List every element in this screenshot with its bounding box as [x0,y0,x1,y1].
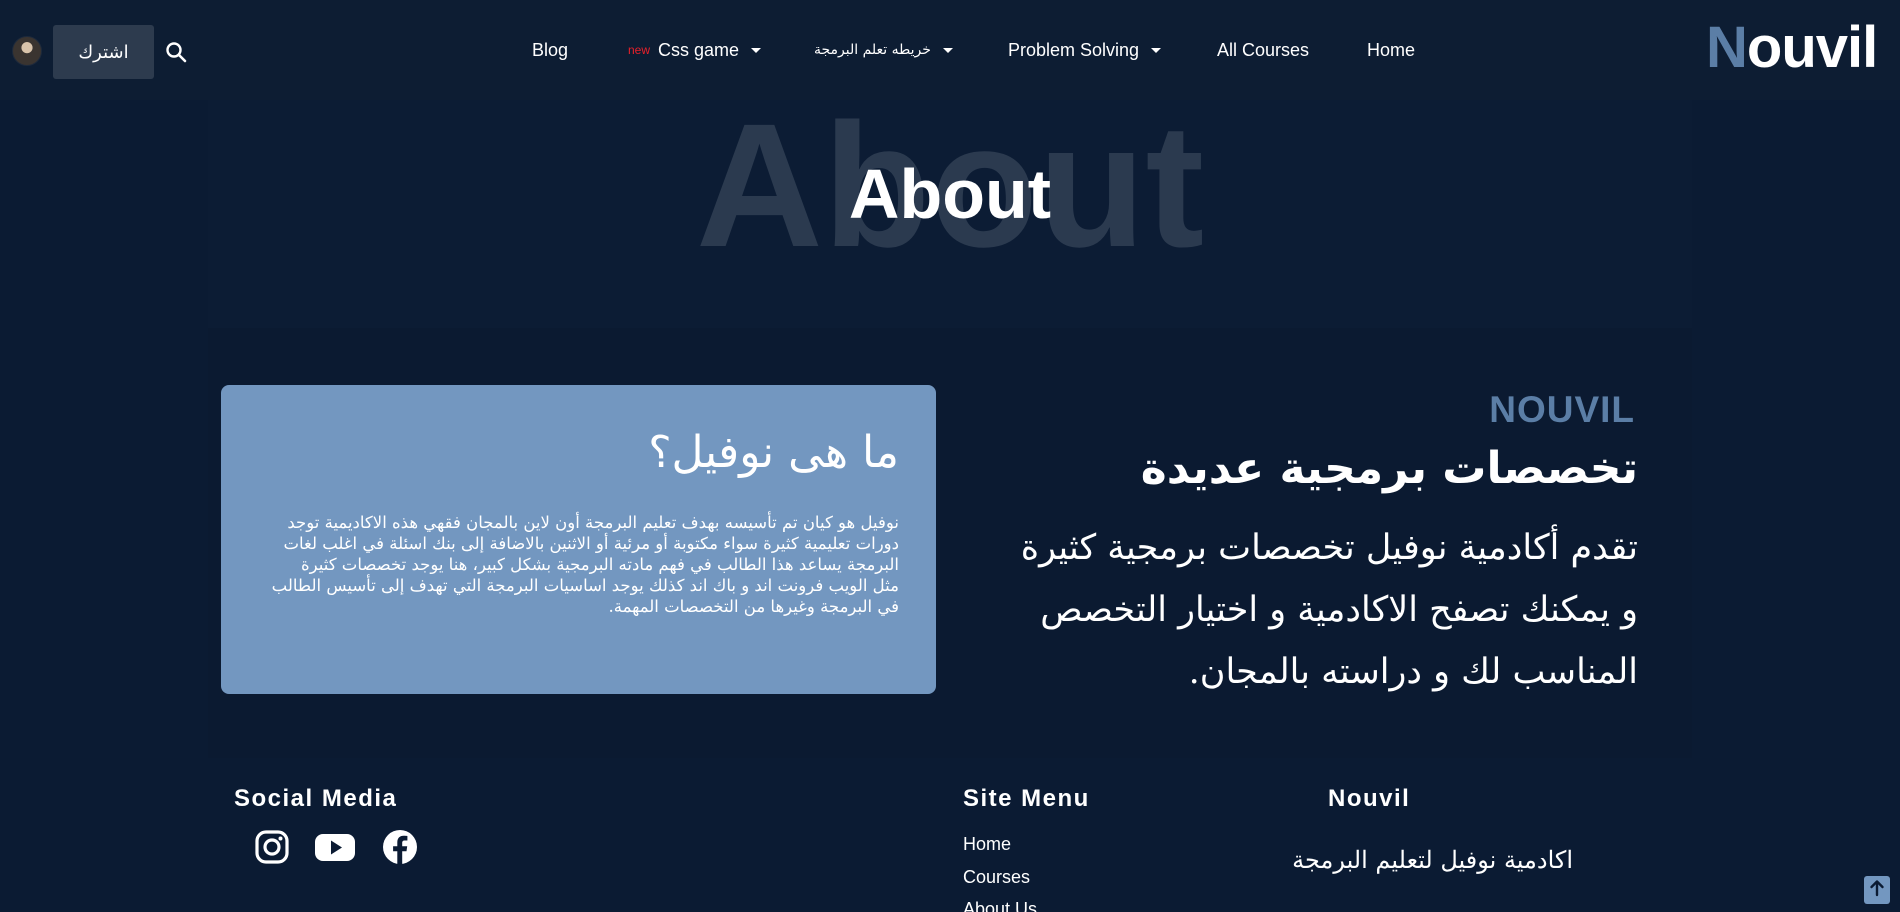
youtube-icon[interactable] [314,829,356,865]
nav-problem-solving[interactable]: Problem Solving [1008,38,1162,62]
chevron-down-icon [751,47,762,53]
card-title: ما هى نوفيل؟ [648,427,899,478]
footer-link-about-us[interactable]: About Us [963,899,1037,912]
nouvil-description: اكادمية نوفيل لتعليم البرمجة [1292,846,1573,874]
logo-initial: N [1706,15,1748,80]
social-media-heading: Social Media [234,785,398,812]
nav-home[interactable]: Home [1367,38,1415,62]
nouvil-heading: Nouvil [1328,785,1411,812]
user-avatar[interactable] [12,36,42,66]
instagram-icon[interactable] [254,829,290,865]
new-badge: new [628,43,651,57]
footer-link-courses[interactable]: Courses [963,867,1030,888]
footer-link-home[interactable]: Home [963,834,1011,855]
nav-blog-label: Blog [532,39,569,60]
nav-css-game-label: Css game [658,39,740,60]
nav-roadmap[interactable]: خريطه تعلم البرمجة [814,38,953,62]
site-logo[interactable]: Nouvil [1706,14,1878,81]
site-header: اشترك Blog new Css game خريطه تعلم البرمج… [0,0,1900,100]
nav-all-courses-label: All Courses [1217,39,1310,60]
nav-css-game[interactable]: new Css game [628,38,762,62]
brand-label: NOUVIL [1489,389,1635,430]
nav-home-label: Home [1367,39,1416,60]
page-title: About [848,155,1052,233]
search-icon[interactable] [165,41,187,63]
nav-blog[interactable]: Blog [532,38,568,62]
logo-rest: ouvil [1746,15,1878,80]
chevron-down-icon [1151,47,1162,53]
about-heading: تخصصات برمجية عديدة [1140,443,1638,494]
nav-problem-solving-label: Problem Solving [1008,39,1140,60]
chevron-down-icon [942,47,953,53]
nav-roadmap-label: خريطه تعلم البرمجة [814,42,931,58]
site-menu-heading: Site Menu [963,785,1090,812]
about-text: تقدم أكادمية نوفيل تخصصات برمجية كثيرة و… [1020,528,1638,692]
subscribe-button[interactable]: اشترك [53,25,154,79]
scroll-to-top-button[interactable] [1864,876,1890,904]
arrow-up-icon [1869,879,1885,902]
nav-all-courses[interactable]: All Courses [1217,38,1309,62]
facebook-icon[interactable] [382,829,418,865]
about-card: ما هى نوفيل؟ نوفيل هو كيان تم تأسيسه بهد… [221,385,936,694]
card-text: نوفيل هو كيان تم تأسيسه بهدف تعليم البرم… [271,513,899,616]
